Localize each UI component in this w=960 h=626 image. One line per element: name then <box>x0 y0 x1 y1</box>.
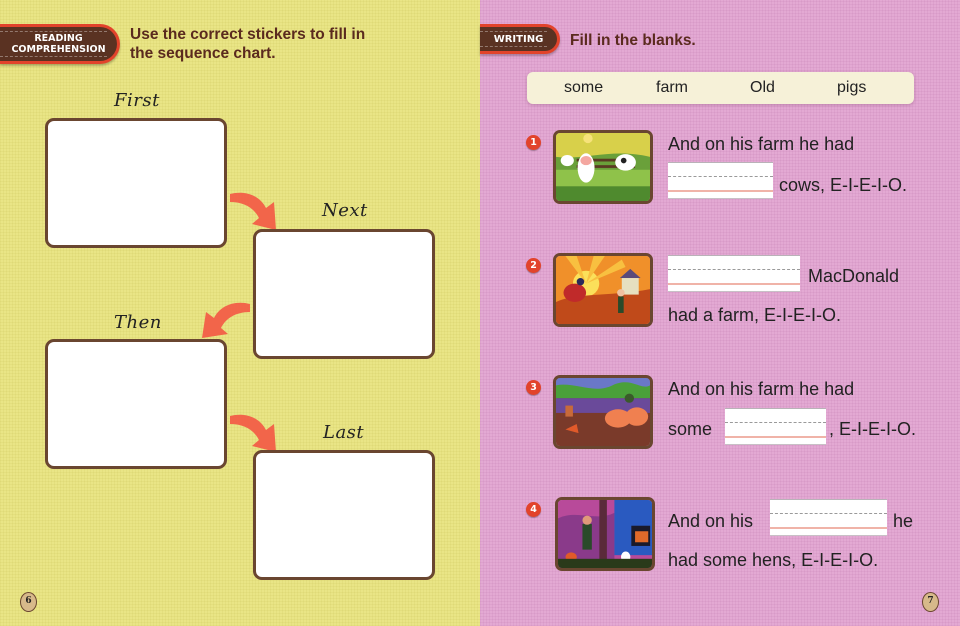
exercise-number-badge: 2 <box>526 258 541 273</box>
exercise-3-line-1: And on his farm he had <box>668 379 855 399</box>
sequence-box-first[interactable] <box>45 118 227 248</box>
page-number-right: 7 <box>922 592 939 612</box>
word-bank-item[interactable]: Old <box>750 79 775 97</box>
writing-instruction: Fill in the blanks. <box>570 32 696 49</box>
reading-instruction: Use the correct stickers to fill in the … <box>130 26 366 62</box>
cows-farm-illustration <box>553 130 653 204</box>
sequence-box-next[interactable] <box>253 229 435 359</box>
exercise-2-blank[interactable] <box>668 255 800 292</box>
exercise-number-badge: 3 <box>526 380 541 395</box>
sequence-label-first: First <box>114 90 160 111</box>
tab-label-line1: READING <box>34 33 83 44</box>
tab-label-line2: COMPREHENSION <box>11 44 106 55</box>
sequence-label-next: Next <box>322 200 368 221</box>
word-bank-item[interactable]: some <box>564 79 603 97</box>
exercise-number-badge: 4 <box>526 502 541 517</box>
writing-tab: WRITING <box>480 24 560 54</box>
word-bank: some farm Old pigs <box>527 72 914 104</box>
word-bank-item[interactable]: farm <box>656 79 688 97</box>
exercise-3-line-2-after: , E-I-E-I-O. <box>829 419 916 439</box>
hens-barn-illustration <box>555 497 655 571</box>
sequence-box-then[interactable] <box>45 339 227 469</box>
exercise-2-line-1-after: MacDonald <box>808 266 900 286</box>
exercise-3-line-2-before: some <box>668 419 713 439</box>
exercise-4-line-1-before: And on his <box>668 511 754 531</box>
sequence-label-last: Last <box>323 422 365 443</box>
exercise-1-line-1: And on his farm he had <box>668 134 855 154</box>
curved-arrow-icon <box>230 414 276 452</box>
exercise-number-badge: 1 <box>526 135 541 150</box>
sequence-label-then: Then <box>114 312 162 333</box>
exercise-4-line-2: had some hens, E-I-E-I-O. <box>668 550 879 570</box>
word-bank-item[interactable]: pigs <box>837 79 866 97</box>
reading-comprehension-tab: READING COMPREHENSION <box>0 24 120 64</box>
exercise-1-line-2-after: cows, E-I-E-I-O. <box>779 175 908 195</box>
exercise-1-blank[interactable] <box>668 162 773 199</box>
rooster-sunrise-illustration <box>553 253 653 327</box>
curved-arrow-icon <box>230 192 276 230</box>
exercise-4-blank[interactable] <box>770 499 887 536</box>
page-number-left: 6 <box>20 592 37 612</box>
left-page-reading-comprehension: READING COMPREHENSION Use the correct st… <box>0 0 480 626</box>
sequence-box-last[interactable] <box>253 450 435 580</box>
curved-arrow-icon <box>202 302 250 338</box>
exercise-4-line-1-after: he <box>893 511 914 531</box>
exercise-3-blank[interactable] <box>725 408 826 445</box>
exercise-2-line-2: had a farm, E-I-E-I-O. <box>668 305 842 325</box>
pigs-farm-illustration <box>553 375 653 449</box>
